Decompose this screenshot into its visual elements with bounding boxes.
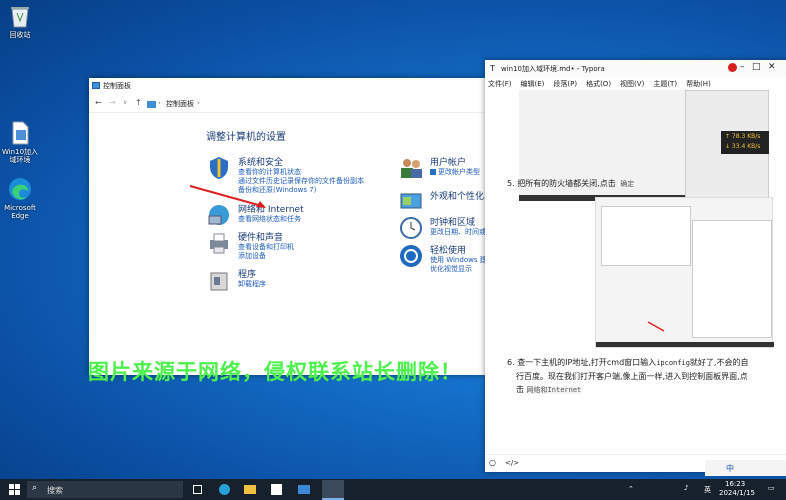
edge-icon [7,176,33,202]
typora-menu-bar: 文件(F) 编辑(E) 段落(P) 格式(O) 视图(V) 主题(T) 帮助(H) [488,79,720,89]
window-title: win10加入域环境.md• - Typora [501,65,605,73]
search-placeholder: 搜索 [47,486,63,495]
typora-titlebar[interactable]: T win10加入域环境.md• - Typora – □ ✕ [485,60,786,77]
maximize-icon[interactable]: □ [752,62,761,72]
ime-toolbar[interactable]: 中 [705,460,786,476]
control-panel-window: 控制面板 ← → ∨ ↑ › 控制面板 › 调整计算机的设置 系统和安全 查看你… [89,78,487,375]
step-number: 5. [507,179,515,188]
category-link[interactable]: 更改帐户类型 [438,167,480,177]
step-text: 就好了,不会的自 [689,358,749,367]
recycle-bin-icon [7,3,33,29]
desktop-icon-label: 回收站 [9,31,31,39]
speed-down-label: ↓ 33.4 KB/s [725,143,761,150]
desktop-icon-edge[interactable]: Microsoft Edge [0,176,40,220]
category-link[interactable]: 更改日期、时间或 [430,227,486,237]
sidebar-toggle-icon[interactable]: ○ [489,458,496,467]
close-icon[interactable]: ✕ [768,62,776,72]
desktop-icon-document[interactable]: Win10加入域环境 [0,120,40,164]
page-title: 调整计算机的设置 [206,132,286,143]
up-icon[interactable]: ↑ [135,98,142,107]
network-speed-widget: ↑ 78.3 KB/s ↓ 33.4 KB/s [721,131,769,154]
minimize-icon[interactable]: – [740,62,745,72]
control-panel-taskbar-icon[interactable] [322,480,344,500]
folder-icon [147,101,156,108]
screenshot-image-2: ↑ 78.3 KB/s ↓ 33.4 KB/s [685,90,769,201]
category-link[interactable]: 添加设备 [238,251,266,261]
chevron-down-icon[interactable]: ∨ [123,99,127,106]
inline-code: 确定 [618,180,637,188]
search-icon: ⌕ [32,483,38,493]
control-panel-titlebar[interactable]: 控制面板 [89,78,485,94]
typora-window: T win10加入域环境.md• - Typora – □ ✕ 文件(F) 编辑(… [485,60,786,472]
menu-item-paragraph[interactable]: 段落(P) [553,80,577,88]
annotation-arrow-icon [647,321,665,332]
tray-chevron-icon[interactable]: ⌃ [628,485,634,493]
typora-app-icon: T [490,64,495,73]
address-bar: ← → ∨ ↑ › 控制面板 › [89,95,485,113]
menu-item-edit[interactable]: 编辑(E) [521,80,545,88]
inline-code: Internet [547,386,582,394]
breadcrumb-sep-icon: › [197,99,200,107]
document-icon [7,120,33,146]
menu-item-help[interactable]: 帮助(H) [686,80,711,88]
ime-mode-label[interactable]: 中 [726,463,734,474]
desktop-icon-recycle-bin[interactable]: 回收站 [0,3,40,39]
taskbar-search-box[interactable]: ⌕ 搜索 [27,481,183,498]
step-6: 6. 查一下主机的IP地址,打开cmd窗口输入ipconfig就好了,不会的自 … [507,356,777,397]
desktop-icon-label: Microsoft Edge [4,204,36,220]
printer-icon [210,233,228,254]
explorer-taskbar-icon[interactable] [244,485,256,494]
step-5: 5. 把所有的防火墙都关闭,点击 确定 [507,178,637,189]
edge-taskbar-icon[interactable] [219,484,230,495]
screenshot-image-3 [595,197,774,348]
task-view-icon[interactable] [193,485,202,494]
step-number: 6. [507,358,515,367]
menu-item-format[interactable]: 格式(O) [586,80,611,88]
language-indicator[interactable]: 英 [704,485,711,495]
volume-icon[interactable]: ♪ [684,484,688,492]
users-icon [401,159,422,178]
notification-icon[interactable]: ▭ [768,484,775,492]
breadcrumb-sep-icon: › [158,99,161,107]
back-icon[interactable]: ← [95,98,102,107]
step-text: 行百度。现在我们打开客户端,像上面一样,进入到控制面板界面,点 [516,372,748,381]
category-link[interactable]: 优化视觉显示 [430,264,472,274]
menu-item-theme[interactable]: 主题(T) [653,80,677,88]
clock-icon [400,217,422,239]
inline-code: 网络和 [526,386,548,394]
forward-icon[interactable]: → [109,98,116,107]
category-title[interactable]: 外观和个性化 [430,189,484,202]
window-title: 控制面板 [103,82,131,90]
menu-item-file[interactable]: 文件(F) [488,80,512,88]
clock-date[interactable]: 2024/1/15 [719,489,755,497]
taskbar: ⌕ 搜索 ⌃ ♪ 英 16:23 2024/1/15 ▭ [0,479,786,500]
speed-up-label: ↑ 78.3 KB/s [725,133,761,140]
inline-code: ipconfig [656,359,690,367]
step-text: 查一下主机的IP地址,打开cmd窗口输入 [517,358,657,367]
pin-icon[interactable] [728,63,737,72]
source-code-toggle-icon[interactable]: </> [505,459,519,467]
menu-item-view[interactable]: 视图(V) [620,80,644,88]
watermark: 图片来源于网络，侵权联系站长删除！ [88,360,462,384]
clock-time[interactable]: 16:23 [725,480,745,488]
shield-icon [210,157,228,179]
annotation-arrow-icon [189,185,266,208]
accessibility-icon [400,245,422,267]
programs-icon [210,272,228,291]
appearance-icon [400,193,422,209]
desktop-icon-label: Win10加入域环境 [1,148,39,164]
step-text: 击 [516,385,524,394]
category-link[interactable]: 查看网络状态和任务 [238,214,301,224]
control-panel-icon [92,82,100,89]
start-button[interactable] [9,484,20,495]
step-text: 把所有的防火墙都关闭,点击 [517,179,616,188]
store-taskbar-icon[interactable] [271,484,282,495]
shield-small-icon [430,169,436,175]
breadcrumb[interactable]: 控制面板 [166,99,194,109]
mail-taskbar-icon[interactable] [298,485,310,494]
category-link[interactable]: 卸载程序 [238,279,266,289]
